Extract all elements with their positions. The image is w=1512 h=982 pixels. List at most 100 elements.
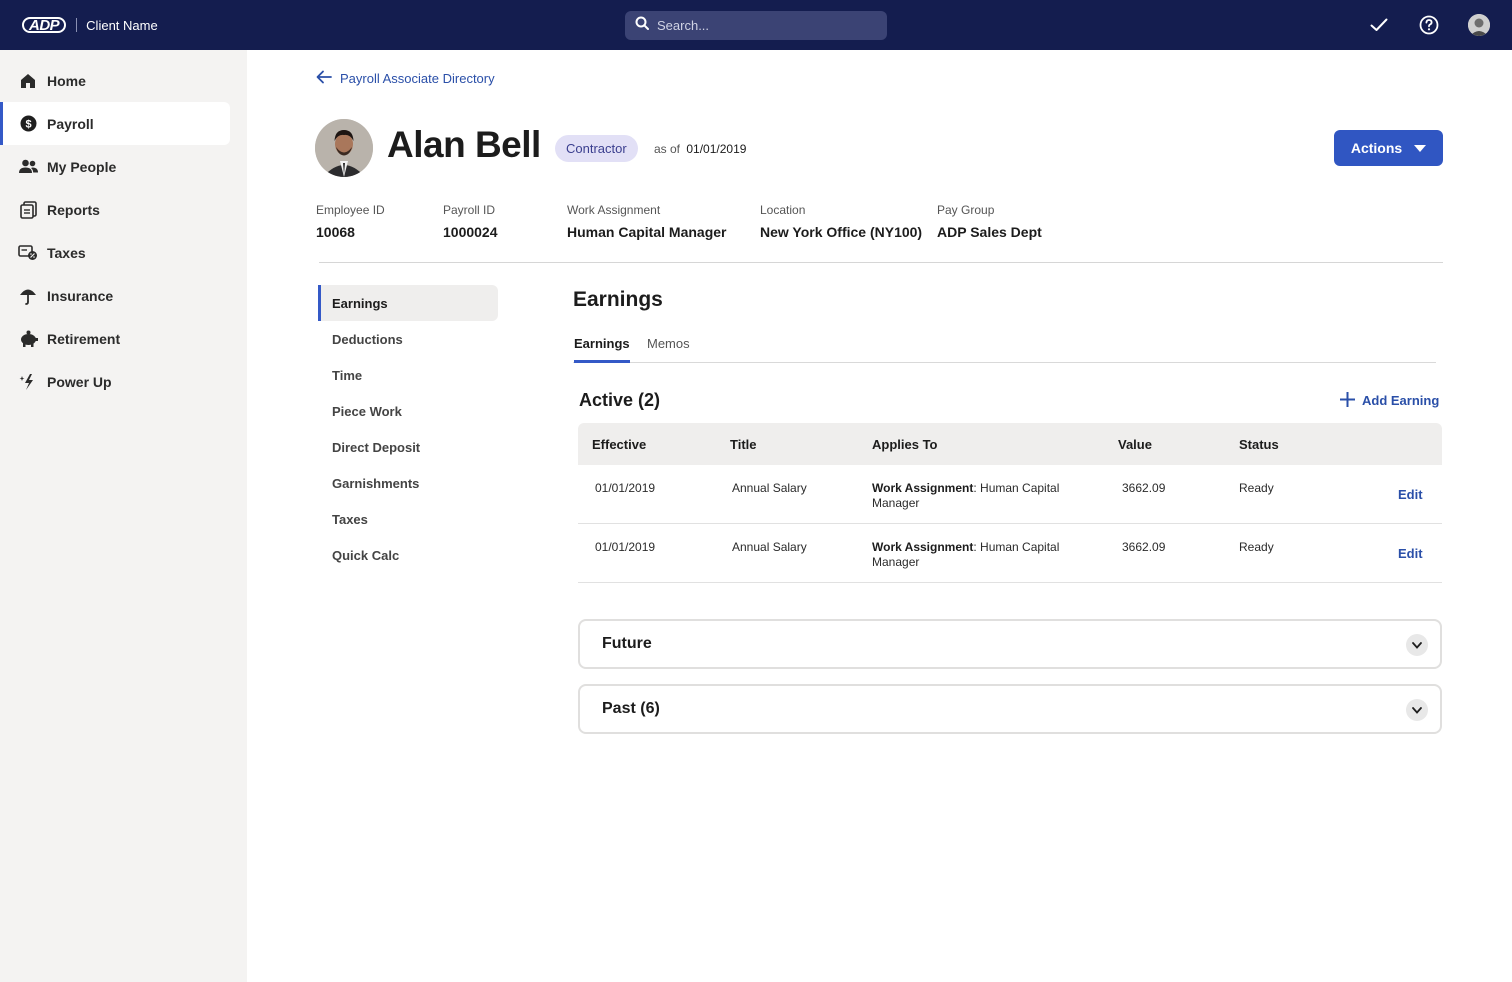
info-label: Location xyxy=(760,203,806,217)
tab-memos[interactable]: Memos xyxy=(647,336,690,363)
plus-icon xyxy=(1339,391,1356,410)
subnav-quick-calc[interactable]: Quick Calc xyxy=(318,537,498,573)
as-of-date: 01/01/2019 xyxy=(686,142,747,156)
cell-status: Ready xyxy=(1239,481,1274,495)
column-header-status[interactable]: Status xyxy=(1239,437,1279,452)
top-bar: ADP Client Name xyxy=(0,0,1512,50)
employee-name: Alan Bell xyxy=(387,124,541,165)
chevron-down-icon[interactable] xyxy=(1406,699,1428,721)
column-header-effective[interactable]: Effective xyxy=(592,437,646,452)
chevron-down-icon[interactable] xyxy=(1406,634,1428,656)
column-header-applies-to[interactable]: Applies To xyxy=(872,437,937,452)
sidebar-item-label: Payroll xyxy=(47,115,94,132)
checkmark-icon[interactable] xyxy=(1367,13,1391,37)
actions-button-label: Actions xyxy=(1350,140,1403,156)
column-header-title[interactable]: Title xyxy=(730,437,757,452)
future-accordion-label: Future xyxy=(602,635,652,652)
sparkle-icon xyxy=(18,372,38,392)
reports-icon xyxy=(18,200,38,220)
adp-logo: ADP xyxy=(22,17,67,33)
piggy-bank-icon xyxy=(18,329,38,349)
sidebar-item-power-up[interactable]: Power Up xyxy=(0,360,230,403)
cell-effective: 01/01/2019 xyxy=(595,481,656,495)
subnav-deductions[interactable]: Deductions xyxy=(318,321,498,357)
svg-text:$: $ xyxy=(25,119,31,131)
sidebar-item-label: Taxes xyxy=(47,244,86,261)
info-value: 1000024 xyxy=(443,224,498,240)
sidebar-item-insurance[interactable]: Insurance xyxy=(0,274,230,317)
table-row: 01/01/2019 Annual Salary Work Assignment… xyxy=(578,524,1442,583)
info-label: Payroll ID xyxy=(443,203,496,217)
sidebar-item-reports[interactable]: Reports xyxy=(0,188,230,231)
tab-earnings[interactable]: Earnings xyxy=(574,336,630,363)
info-value: New York Office (NY100) xyxy=(760,224,923,240)
cell-value: 3662.09 xyxy=(1122,481,1166,495)
logo-divider xyxy=(76,18,78,32)
cell-value: 3662.09 xyxy=(1122,540,1166,554)
add-earning-button[interactable]: Add Earning xyxy=(1339,391,1439,410)
people-icon xyxy=(18,157,38,177)
user-avatar[interactable] xyxy=(1467,13,1491,37)
table-row: 01/01/2019 Annual Salary Work Assignment… xyxy=(578,465,1442,524)
search-input[interactable] xyxy=(657,18,877,33)
info-value: ADP Sales Dept xyxy=(937,224,1042,240)
sidebar-item-label: Insurance xyxy=(47,287,114,304)
avatar-image xyxy=(1468,14,1490,36)
applies-key: Work Assignment xyxy=(872,481,974,495)
info-payroll-id: Payroll ID 1000024 xyxy=(443,203,498,240)
sidebar-item-label: Power Up xyxy=(47,373,112,390)
info-employee-id: Employee ID 10068 xyxy=(316,203,385,240)
subnav-taxes[interactable]: Taxes xyxy=(318,501,498,537)
info-label: Pay Group xyxy=(937,203,995,217)
subnav-garnishments[interactable]: Garnishments xyxy=(318,465,498,501)
content-tabs: Earnings Memos xyxy=(573,336,1436,363)
help-icon[interactable] xyxy=(1417,13,1441,37)
edit-link[interactable]: Edit xyxy=(1398,546,1423,561)
edit-link[interactable]: Edit xyxy=(1398,487,1423,502)
subnav-direct-deposit[interactable]: Direct Deposit xyxy=(318,429,498,465)
cell-status: Ready xyxy=(1239,540,1274,554)
sidebar-item-label: My People xyxy=(47,158,117,175)
sidebar: Home $ Payroll My People Reports Taxes I… xyxy=(0,50,247,982)
sidebar-item-taxes[interactable]: Taxes xyxy=(0,231,230,274)
applies-key: Work Assignment xyxy=(872,540,974,554)
active-earnings-heading: Active (2) xyxy=(579,390,661,410)
info-value: Human Capital Manager xyxy=(567,224,727,240)
column-header-value[interactable]: Value xyxy=(1118,437,1152,452)
dollar-circle-icon: $ xyxy=(18,114,38,134)
sidebar-item-my-people[interactable]: My People xyxy=(0,145,230,188)
cell-title: Annual Salary xyxy=(732,540,807,554)
taxes-icon xyxy=(18,243,38,263)
table-header: Effective Title Applies To Value Status xyxy=(578,423,1442,465)
sidebar-item-retirement[interactable]: Retirement xyxy=(0,317,230,360)
employee-avatar xyxy=(315,119,373,177)
info-label: Employee ID xyxy=(316,203,385,217)
past-accordion[interactable]: Past (6) xyxy=(578,684,1442,734)
arrow-left-icon xyxy=(316,70,332,87)
past-accordion-label: Past (6) xyxy=(602,700,660,717)
cell-effective: 01/01/2019 xyxy=(595,540,656,554)
info-pay-group: Pay Group ADP Sales Dept xyxy=(937,203,1042,240)
cell-applies-to: Work Assignment: Human Capital Manager xyxy=(872,481,1092,511)
caret-down-icon xyxy=(1414,144,1427,152)
brand[interactable]: ADP Client Name xyxy=(22,15,158,35)
section-title: Earnings xyxy=(573,288,663,311)
subnav-time[interactable]: Time xyxy=(318,357,498,393)
umbrella-icon xyxy=(18,286,38,306)
subnav-earnings[interactable]: Earnings xyxy=(318,285,498,321)
back-link[interactable]: Payroll Associate Directory xyxy=(316,70,495,87)
client-name: Client Name xyxy=(86,17,158,33)
search-bar[interactable] xyxy=(625,11,887,40)
sidebar-item-label: Home xyxy=(47,72,86,89)
header-divider xyxy=(319,262,1443,263)
sidebar-item-home[interactable]: Home xyxy=(0,59,230,102)
back-link-label: Payroll Associate Directory xyxy=(340,71,495,86)
add-earning-label: Add Earning xyxy=(1362,393,1440,408)
sidebar-item-payroll[interactable]: $ Payroll xyxy=(0,102,230,145)
info-value: 10068 xyxy=(316,224,355,240)
as-of-label: as of xyxy=(654,142,681,156)
home-icon xyxy=(18,71,38,91)
future-accordion[interactable]: Future xyxy=(578,619,1442,669)
subnav-piece-work[interactable]: Piece Work xyxy=(318,393,498,429)
actions-button[interactable]: Actions xyxy=(1334,130,1443,166)
